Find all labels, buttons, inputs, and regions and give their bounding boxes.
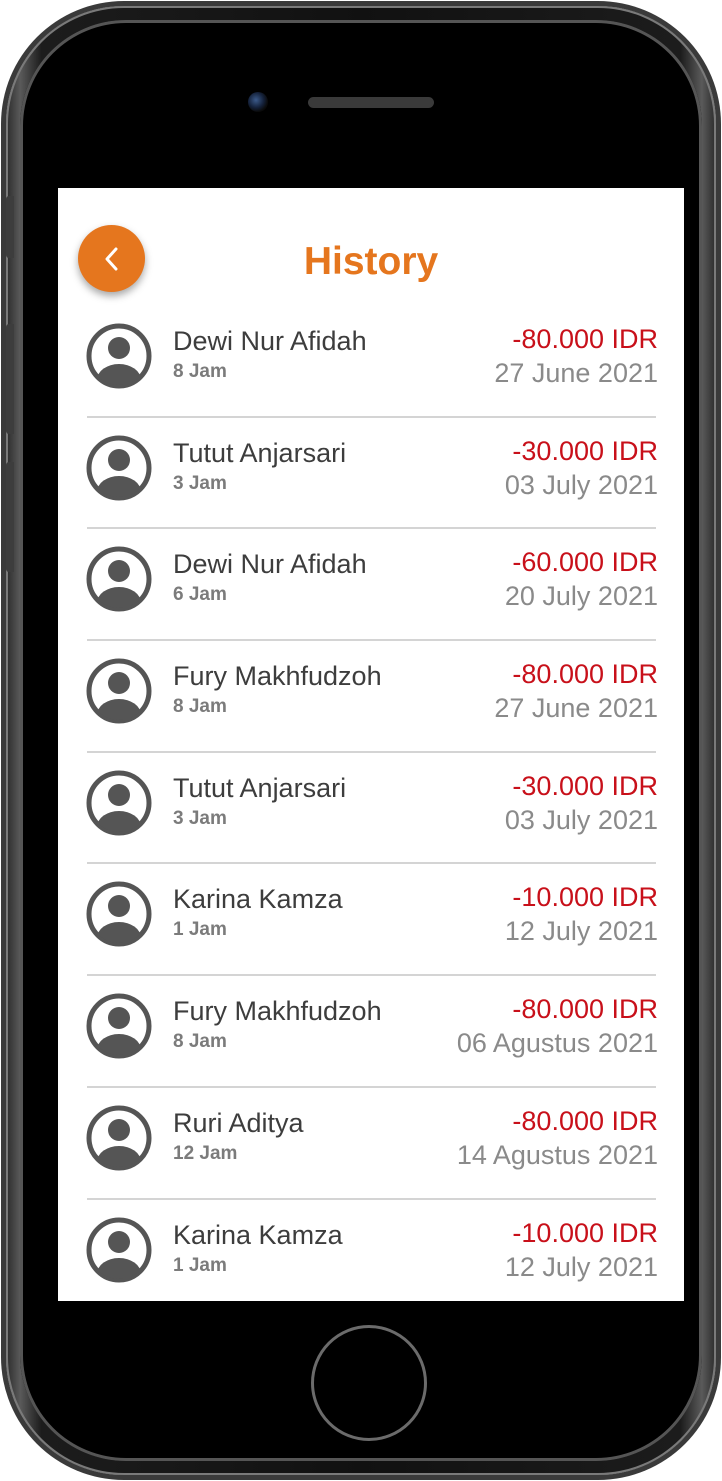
contact-name: Fury Makhfudzoh [173,996,382,1027]
transaction-date: 06 Agustus 2021 [456,1028,658,1059]
user-avatar-icon [86,1105,152,1171]
contact-name: Ruri Aditya [173,1107,304,1138]
user-avatar-icon [86,323,152,389]
transaction-date: 14 Agustus 2021 [456,1139,658,1170]
history-item[interactable]: Tutut Anjarsari 3 Jam -30.000 IDR 03 Jul… [58,418,684,530]
app-screen: History Dewi Nur Afidah 8 Jam -80.000 ID… [58,188,684,1301]
transaction-date: 27 June 2021 [494,358,658,388]
user-avatar-icon [86,770,152,836]
transaction-amount: -30.000 IDR [512,770,658,801]
volume-down-button [6,462,14,572]
contact-name: Karina Kamza [173,1219,343,1250]
history-item[interactable]: Dewi Nur Afidah 8 Jam -80.000 IDR 27 Jun… [58,306,684,418]
transaction-amount: -80.000 IDR [512,324,658,354]
time-ago: 3 Jam [173,472,227,494]
user-avatar-icon [86,546,152,612]
home-button[interactable] [311,1325,427,1441]
earpiece-speaker [308,97,434,108]
transaction-amount: -10.000 IDR [512,1217,658,1248]
history-item[interactable]: Fury Makhfudzoh 8 Jam -80.000 IDR 27 Jun… [58,641,684,753]
front-camera [248,92,268,112]
transaction-date: 12 July 2021 [504,1251,658,1282]
user-avatar-icon [86,435,152,501]
history-item[interactable]: Fury Makhfudzoh 8 Jam -80.000 IDR 06 Agu… [58,976,684,1088]
contact-name: Tutut Anjarsari [173,437,347,468]
time-ago: 6 Jam [173,584,227,606]
transaction-date: 03 July 2021 [504,804,658,835]
transaction-amount: -60.000 IDR [512,547,658,578]
transaction-date: 12 July 2021 [504,916,658,947]
mute-switch [6,196,14,258]
contact-name: Dewi Nur Afidah [173,549,367,580]
transaction-amount: -80.000 IDR [512,1105,658,1136]
time-ago: 1 Jam [173,919,227,941]
transaction-date: 27 June 2021 [494,693,658,724]
transaction-amount: -80.000 IDR [512,659,658,690]
time-ago: 1 Jam [173,1254,227,1276]
contact-name: Tutut Anjarsari [173,772,347,803]
history-item[interactable]: Ruri Aditya 12 Jam -80.000 IDR 14 Agustu… [58,1088,684,1200]
contact-name: Dewi Nur Afidah [173,326,367,356]
user-avatar-icon [86,881,152,947]
time-ago: 8 Jam [173,361,227,382]
transaction-amount: -30.000 IDR [512,435,658,466]
transaction-amount: -80.000 IDR [512,994,658,1025]
transaction-amount: -10.000 IDR [512,882,658,913]
contact-name: Karina Kamza [173,884,343,915]
time-ago: 8 Jam [173,1031,227,1053]
user-avatar-icon [86,993,152,1059]
history-list: Dewi Nur Afidah 8 Jam -80.000 IDR 27 Jun… [58,306,684,1301]
page-title: History [303,240,439,283]
contact-name: Fury Makhfudzoh [173,661,382,692]
transaction-date: 20 July 2021 [504,581,658,612]
transaction-date: 03 July 2021 [504,469,658,500]
history-item[interactable]: Karina Kamza 1 Jam -10.000 IDR 12 July 2… [58,864,684,977]
history-item[interactable]: Tutut Anjarsari 3 Jam -30.000 IDR 03 Jul… [58,753,684,865]
time-ago: 12 Jam [173,1142,238,1164]
time-ago: 8 Jam [173,696,227,718]
history-item[interactable]: Karina Kamza 1 Jam -10.000 IDR 12 July 2… [58,1200,684,1302]
history-item[interactable]: Dewi Nur Afidah 6 Jam -60.000 IDR 20 Jul… [58,529,684,642]
volume-up-button [6,324,14,434]
time-ago: 3 Jam [173,807,227,829]
user-avatar-icon [86,1217,152,1282]
user-avatar-icon [86,658,152,724]
